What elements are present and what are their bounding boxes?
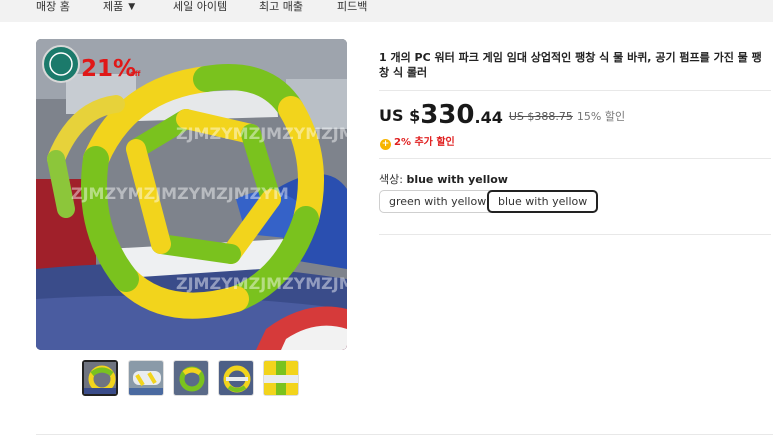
price-decimal: .44: [474, 108, 503, 127]
color-selected-value: blue with yellow: [406, 173, 508, 186]
nav-sale-items[interactable]: 세일 아이템: [173, 0, 227, 14]
original-price: US $388.75: [508, 110, 573, 123]
divider: [379, 234, 771, 235]
store-seal-icon: [42, 45, 80, 83]
discount-badge: 21%: [81, 56, 136, 82]
section-divider: [36, 434, 773, 435]
coin-icon: +: [380, 139, 391, 150]
price-currency: US $: [379, 106, 421, 125]
thumbnail-5[interactable]: [263, 360, 299, 396]
discount-badge-sub: off: [130, 70, 141, 78]
thumbnail-2[interactable]: [128, 360, 164, 396]
color-label: 색상: blue with yellow: [379, 171, 508, 187]
divider: [379, 90, 771, 91]
watermark-2: ZJMZYMZJMZYMZJMZYM: [71, 184, 289, 203]
store-nav: 매장 홈 제품 ▼ 세일 아이템 최고 매출 피드백: [0, 0, 773, 22]
color-option-blue-with-yellow[interactable]: blue with yellow: [487, 190, 599, 213]
price-block: US $330.44 US $388.75 15% 할인: [379, 100, 625, 130]
divider: [379, 158, 771, 159]
nav-products-label: 제품: [103, 0, 124, 13]
discount-percent: 15% 할인: [576, 110, 626, 123]
thumbnail-1[interactable]: [82, 360, 118, 396]
color-label-key: 색상:: [379, 173, 403, 186]
main-product-image[interactable]: ZJMZYMZJMZYMZJMZYM ZJMZYMZJMZYMZJMZYM ZJ…: [36, 39, 347, 350]
chevron-down-icon: ▼: [128, 2, 136, 12]
thumbnail-4[interactable]: [218, 360, 254, 396]
nav-store-home[interactable]: 매장 홈: [36, 0, 70, 14]
nav-best-sellers[interactable]: 최고 매출: [259, 0, 303, 14]
product-title: 1 개의 PC 워터 파크 게임 임대 상업적인 팽창 식 물 바퀴, 공기 펌…: [379, 51, 762, 79]
extra-discount: +2% 추가 할인: [380, 133, 455, 150]
color-option-green-with-yellow[interactable]: green with yellow: [379, 190, 497, 213]
thumbnail-3[interactable]: [173, 360, 209, 396]
price-integer: 330: [420, 100, 475, 130]
nav-feedback[interactable]: 피드백: [337, 0, 367, 14]
watermark-3: ZJMZYMZJMZYMZJMZYM: [176, 274, 347, 293]
extra-discount-label: 2% 추가 할인: [394, 137, 455, 148]
nav-products[interactable]: 제품 ▼: [103, 0, 135, 14]
watermark-1: ZJMZYMZJMZYMZJMZYM: [176, 124, 347, 143]
